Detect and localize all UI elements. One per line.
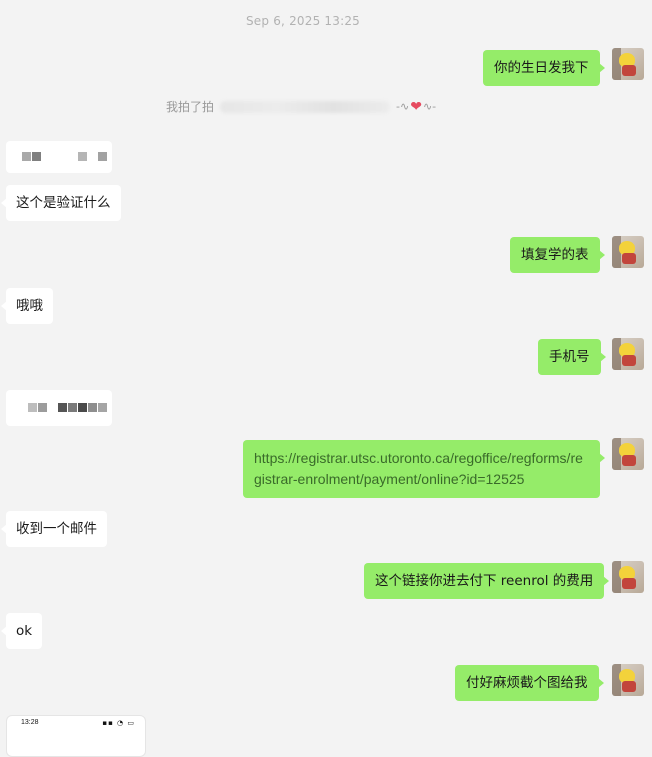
message-text: 哦哦	[16, 298, 43, 314]
pat-text: 我拍了拍	[166, 100, 215, 114]
my-avatar[interactable]	[612, 338, 644, 370]
thumbnail-status-icons: ▪▪ ◔ ▭	[102, 719, 135, 727]
message-bubble-incoming[interactable]: ok	[0, 613, 43, 649]
message-text: 这个链接你进去付下 reenrol 的费用	[375, 573, 594, 589]
my-avatar[interactable]	[612, 48, 644, 80]
chat-timestamp: Sep 6, 2025 13:25	[245, 14, 361, 28]
message-bubble-outgoing[interactable]: 你的生日发我下	[483, 50, 604, 86]
blurred-name	[220, 100, 391, 113]
message-text: 付好麻烦截个图给我	[466, 675, 588, 691]
heartbeat-icon: -∿ ❤ ∿-	[396, 98, 437, 115]
message-text: 收到一个邮件	[16, 521, 97, 537]
message-bubble-incoming[interactable]: 这个是验证什么	[1, 185, 121, 221]
message-bubble-outgoing[interactable]: 付好麻烦截个图给我	[455, 665, 603, 701]
my-avatar[interactable]	[612, 438, 644, 470]
message-bubble-outgoing[interactable]: 填复学的表	[510, 237, 604, 273]
message-text: 填复学的表	[521, 247, 589, 263]
thumbnail-time: 13:28	[21, 719, 39, 726]
my-avatar[interactable]	[612, 561, 644, 593]
image-message-thumbnail[interactable]: 13:28 ▪▪ ◔ ▭	[6, 715, 146, 757]
message-text: 这个是验证什么	[16, 195, 111, 211]
message-bubble-incoming[interactable]: 哦哦	[1, 288, 53, 324]
my-avatar[interactable]	[612, 664, 644, 696]
blurred-message-incoming[interactable]	[6, 141, 112, 173]
message-text: ok	[16, 623, 33, 639]
message-bubble-outgoing-link[interactable]: https://registrar.utsc.utoronto.ca/regof…	[243, 440, 605, 498]
message-bubble-outgoing[interactable]: 这个链接你进去付下 reenrol 的费用	[364, 563, 610, 599]
pat-notification: 我拍了拍 -∿ ❤ ∿-	[166, 98, 436, 115]
message-link[interactable]: https://registrar.utsc.utoronto.ca/regof…	[254, 450, 583, 487]
blurred-message-incoming[interactable]	[6, 390, 112, 426]
my-avatar[interactable]	[612, 236, 644, 268]
message-bubble-incoming[interactable]: 收到一个邮件	[1, 511, 107, 547]
message-bubble-outgoing[interactable]: 手机号	[538, 339, 605, 375]
message-text: 你的生日发我下	[494, 60, 589, 76]
message-text: 手机号	[549, 349, 590, 365]
